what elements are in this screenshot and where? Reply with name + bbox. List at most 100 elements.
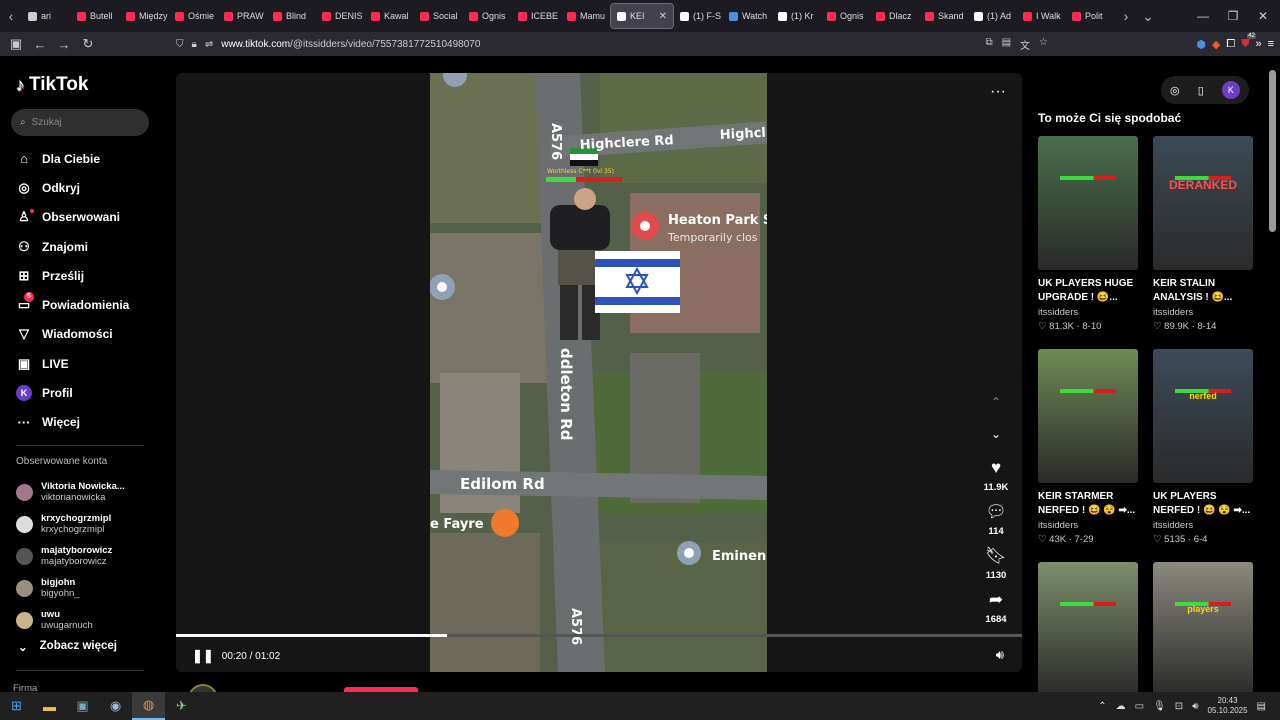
- followed-account[interactable]: uwu uwugarnuch: [16, 604, 156, 636]
- browser-tab[interactable]: (1) Kr: [772, 3, 821, 29]
- lock-icon[interactable]: 🔒︎: [192, 39, 197, 50]
- vpn-extension-icon[interactable]: ⬢: [1196, 38, 1206, 51]
- sidebar-item-more[interactable]: ··· Więcej: [16, 408, 156, 437]
- app-icon[interactable]: ✈: [165, 692, 198, 720]
- next-video-button[interactable]: ⌄: [991, 423, 1001, 445]
- like-button[interactable]: ♥ 11.9K: [984, 457, 1009, 497]
- company-link[interactable]: Firma: [13, 683, 37, 692]
- search-input[interactable]: ⌕ Szukaj: [11, 109, 149, 136]
- network-icon[interactable]: ⊡: [1175, 701, 1183, 712]
- ublock-icon[interactable]: ⛊ 42: [1241, 32, 1256, 51]
- browser-tab[interactable]: Polit: [1066, 3, 1115, 29]
- more-options-icon[interactable]: ···: [990, 83, 1006, 101]
- browser-tab[interactable]: ari: [22, 3, 71, 29]
- close-window-icon[interactable]: ✕: [1248, 0, 1278, 32]
- app-menu-icon[interactable]: ≡: [1268, 38, 1274, 50]
- minimize-icon[interactable]: —: [1188, 0, 1218, 32]
- browser-tab[interactable]: Dlacz: [870, 3, 919, 29]
- file-explorer-icon[interactable]: ▬: [33, 692, 66, 720]
- video-frame[interactable]: A576 Highclere Rd Highcl Heaton Park S T…: [430, 73, 767, 672]
- tab-list-dropdown-icon[interactable]: ⌄: [1137, 0, 1159, 32]
- windows-start-icon[interactable]: ⊞: [0, 692, 33, 720]
- browser-tab[interactable]: Ognis: [463, 3, 512, 29]
- tab-scroll-left-icon[interactable]: ‹: [0, 0, 22, 32]
- sidebar-item-messages[interactable]: ▽ Wiadomości: [16, 320, 156, 349]
- tab-scroll-right-icon[interactable]: ›: [1115, 0, 1137, 32]
- remote-desktop-icon[interactable]: ▣: [66, 692, 99, 720]
- usb-icon[interactable]: ▭: [1135, 701, 1144, 712]
- card-author[interactable]: itssidders: [1038, 307, 1138, 318]
- permissions-icon[interactable]: ⇌: [205, 39, 213, 50]
- recommended-video-card[interactable]: players: [1153, 562, 1253, 692]
- browser-tab[interactable]: Ognis: [821, 3, 870, 29]
- microphone-icon[interactable]: 🎙︎: [1153, 701, 1166, 712]
- sidebar-item-notifications[interactable]: ▭ 5 Powiadomienia: [16, 290, 156, 319]
- picture-in-picture-icon[interactable]: ⧉: [985, 37, 992, 52]
- followed-account[interactable]: Viktoria Nowicka... viktorianowicka: [16, 476, 156, 508]
- volume-icon[interactable]: 🔊︎: [996, 647, 1004, 663]
- card-author[interactable]: itssidders: [1153, 520, 1253, 531]
- phone-icon[interactable]: ▯: [1198, 84, 1204, 97]
- browser-tab[interactable]: DENIS: [316, 3, 365, 29]
- card-author[interactable]: itssidders: [1153, 307, 1253, 318]
- followed-account[interactable]: majatyborowicz majatyborowicz: [16, 540, 156, 572]
- page-scrollbar[interactable]: [1269, 70, 1276, 232]
- recommended-video-card[interactable]: UK PLAYERS HUGE UPGRADE ! 😆... itssidders…: [1038, 136, 1138, 332]
- video-player[interactable]: A576 Highclere Rd Highcl Heaton Park S T…: [176, 73, 1022, 672]
- translate-icon[interactable]: 文: [1020, 37, 1030, 52]
- cloud-icon[interactable]: ☁: [1116, 701, 1126, 712]
- tray-overflow-icon[interactable]: ⌃: [1098, 701, 1106, 712]
- sidebar-item-compass[interactable]: ◎ Odkryj: [16, 173, 156, 202]
- url-bar[interactable]: ⛉ 🔒︎ ⇌ www.tiktok.com/@itssidders/video/…: [176, 35, 1048, 53]
- creator-avatar[interactable]: [188, 684, 218, 692]
- browser-tab[interactable]: Blind: [267, 3, 316, 29]
- browser-tab[interactable]: PRAW: [218, 3, 267, 29]
- share-button[interactable]: ➦ 1684: [985, 589, 1006, 629]
- browser-tab[interactable]: KEI ✕: [610, 3, 674, 29]
- save-button[interactable]: 🔖︎ 1130: [985, 545, 1007, 585]
- sidebar-item-friends[interactable]: ⚇ Znajomi: [16, 232, 156, 261]
- browser-tab[interactable]: Ośmie: [169, 3, 218, 29]
- firefox-icon[interactable]: ◍: [132, 692, 165, 720]
- sidebar-item-upload[interactable]: ⊞ Prześlij: [16, 261, 156, 290]
- user-avatar[interactable]: K: [1221, 81, 1240, 99]
- sidebar-item-following[interactable]: ♙ Obserwowani: [16, 203, 156, 232]
- pause-icon[interactable]: ❚❚: [192, 648, 214, 664]
- browser-tab[interactable]: Między: [120, 3, 169, 29]
- previous-video-button[interactable]: ⌃: [991, 391, 1001, 413]
- close-tab-icon[interactable]: ✕: [659, 11, 667, 22]
- video-progress-bar[interactable]: [176, 634, 1022, 637]
- sidebar-item-home[interactable]: ⌂ Dla Ciebie: [16, 144, 156, 173]
- followed-account[interactable]: krxychogrzmipl krxychogrzmipl: [16, 508, 156, 540]
- compass-icon[interactable]: ◎: [1170, 84, 1180, 97]
- browser-tab[interactable]: Butell: [71, 3, 120, 29]
- reload-icon[interactable]: ↻: [76, 32, 100, 56]
- clock[interactable]: 20:43 05.10.2025: [1208, 696, 1248, 716]
- card-author[interactable]: itssidders: [1038, 520, 1138, 531]
- browser-tab[interactable]: I Walk: [1017, 3, 1066, 29]
- steam-icon[interactable]: ◉: [99, 692, 132, 720]
- bookmark-star-icon[interactable]: ☆: [1039, 37, 1048, 52]
- forward-icon[interactable]: →: [52, 32, 76, 56]
- sidebar-item-profile[interactable]: K Profil: [16, 378, 156, 407]
- recommended-video-card[interactable]: nerfed UK PLAYERS NERFED ! 😆 😵 ➡... itssid…: [1153, 349, 1253, 545]
- shield-icon[interactable]: ⛉: [176, 39, 184, 50]
- extensions-puzzle-icon[interactable]: ⧠: [1226, 38, 1235, 51]
- back-icon[interactable]: ←: [28, 32, 52, 56]
- restore-icon[interactable]: ❐: [1218, 0, 1248, 32]
- reader-mode-icon[interactable]: ▤: [1002, 37, 1011, 52]
- browser-tab[interactable]: (1) Ad: [968, 3, 1017, 29]
- see-more-button[interactable]: ⌄ Zobacz więcej: [18, 640, 117, 654]
- browser-tab[interactable]: Social: [414, 3, 463, 29]
- followed-account[interactable]: bigjohn bigyohn_: [16, 572, 156, 604]
- recommended-video-card[interactable]: [1038, 562, 1138, 692]
- browser-tab[interactable]: Watch: [723, 3, 772, 29]
- recommended-video-card[interactable]: KEIR STARMER NERFED ! 😆 😵 ➡... itssidders…: [1038, 349, 1138, 545]
- browser-tab[interactable]: Skand: [919, 3, 968, 29]
- browser-tab[interactable]: ICEBE: [512, 3, 561, 29]
- browser-tab[interactable]: Mamu: [561, 3, 610, 29]
- sidebar-item-live[interactable]: ▣ LIVE: [16, 349, 156, 378]
- browser-tab[interactable]: Kawal: [365, 3, 414, 29]
- fox-extension-icon[interactable]: ◆: [1212, 38, 1220, 51]
- speaker-icon[interactable]: 🔊︎: [1192, 701, 1198, 712]
